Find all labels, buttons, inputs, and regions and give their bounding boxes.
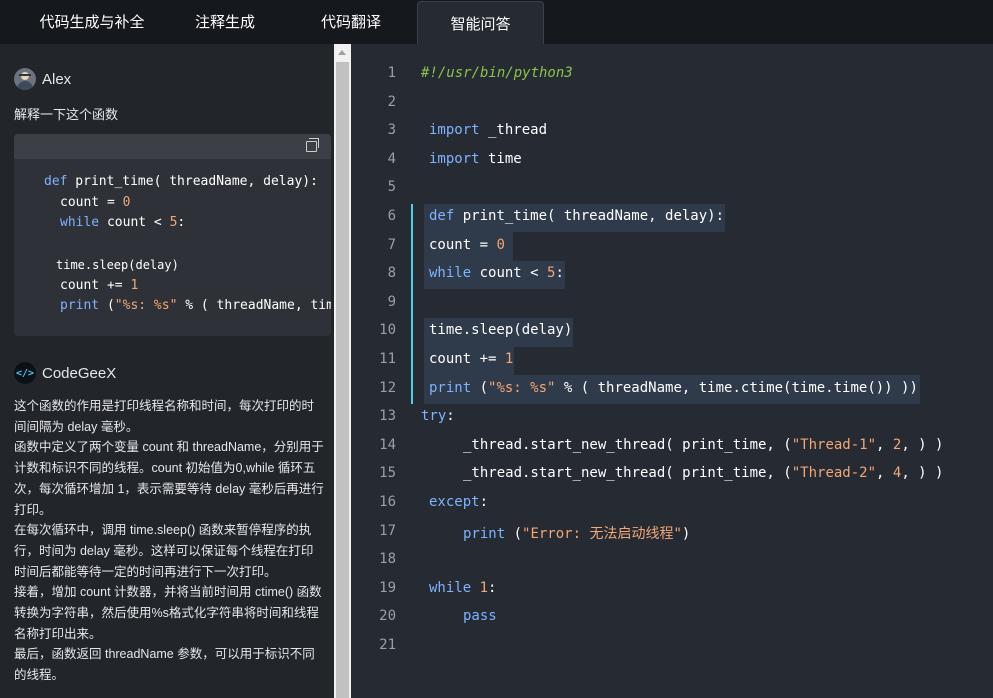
code-line[interactable]: def print_time( threadName, delay):: [429, 208, 724, 224]
chat-scrollbar[interactable]: [334, 44, 351, 698]
selection-gutter-marker: [411, 204, 413, 404]
line-number: 8: [387, 265, 396, 282]
snippet-code-line: count = 0: [60, 195, 131, 210]
line-number: 19: [379, 579, 396, 596]
user-message-header: Alex: [14, 67, 71, 91]
user-name: Alex: [42, 70, 72, 88]
code-line[interactable]: count = 0: [429, 237, 505, 253]
chat-panel: Alex 解释一下这个函数 def print_time( threadName…: [0, 44, 334, 698]
line-number: 5: [387, 179, 396, 196]
line-number: 3: [387, 122, 396, 139]
copy-icon[interactable]: [306, 138, 319, 152]
code-line[interactable]: import time: [429, 151, 522, 167]
code-line[interactable]: print ("%s: %s" % ( threadName, time.cti…: [429, 380, 918, 396]
answer-paragraph: 在每次循环中，调用 time.sleep() 函数来暂停程序的执行，时间为 de…: [14, 523, 314, 579]
line-number: 4: [387, 150, 396, 167]
line-number: 16: [379, 494, 396, 510]
line-number: 2: [387, 93, 396, 110]
snippet-code-line: count += 1: [60, 278, 139, 293]
scrollbar-thumb[interactable]: [336, 62, 349, 698]
answer-paragraph: 函数中定义了两个变量 count 和 threadName，分别用于计数和标识不…: [14, 440, 324, 517]
line-number: 15: [379, 465, 396, 482]
code-editor[interactable]: 1 #!/usr/bin/python3 2 3 import _thread 4 impo…: [351, 44, 993, 698]
tab-comment-generation[interactable]: 注释生成: [170, 0, 280, 44]
line-number: 18: [379, 551, 396, 568]
code-line[interactable]: pass: [463, 608, 497, 624]
tab-bar: 代码生成与补全 注释生成 代码翻译 智能问答: [0, 0, 993, 45]
line-number: 17: [379, 522, 396, 539]
line-number: 20: [379, 608, 396, 625]
code-snippet-block: def print_time( threadName, delay): count…: [14, 134, 331, 336]
assistant-message-header: </> CodeGeeX: [14, 361, 116, 385]
code-line[interactable]: try:: [421, 408, 455, 424]
snippet-code-line: while count < 5:: [60, 215, 186, 230]
scroll-up-arrow-icon[interactable]: [338, 50, 346, 55]
code-line[interactable]: time.sleep(delay): [429, 322, 572, 338]
user-question: 解释一下这个函数: [14, 107, 119, 122]
line-number: 7: [387, 236, 396, 253]
assistant-answer: 这个函数的作用是打印线程名称和时间，每次打印的时间间隔为 delay 毫秒。 函…: [14, 396, 324, 686]
code-snippet-header: [14, 134, 331, 159]
codegeex-logo-icon: </>: [14, 362, 36, 384]
snippet-code-line: print ("%s: %s" % ( threadName, time.cti…: [60, 298, 331, 313]
code-line[interactable]: while count < 5:: [429, 265, 564, 281]
code-line[interactable]: import _thread: [429, 122, 547, 138]
line-number: 11: [379, 351, 396, 367]
line-number: 10: [379, 322, 396, 339]
line-number: 12: [379, 379, 396, 396]
answer-paragraph: 接着，增加 count 计数器，并将当前时间用 ctime() 函数转换为字符串…: [14, 585, 322, 641]
user-avatar: [14, 68, 36, 90]
line-number: 6: [387, 208, 396, 224]
code-line[interactable]: _thread.start_new_thread( print_time, ("…: [463, 465, 943, 481]
tab-code-translation[interactable]: 代码翻译: [296, 0, 406, 44]
answer-paragraph: 最后，函数返回 threadName 参数，可以用于标识不同的线程。: [14, 647, 315, 683]
code-line[interactable]: print ("Error: 无法启动线程"): [463, 523, 690, 543]
line-number: 1: [387, 65, 396, 81]
tab-smart-qa[interactable]: 智能问答: [417, 1, 544, 45]
snippet-code-line: def print_time( threadName, delay):: [44, 174, 318, 189]
answer-paragraph: 这个函数的作用是打印线程名称和时间，每次打印的时间间隔为 delay 毫秒。: [14, 399, 315, 434]
line-number: 21: [379, 637, 396, 653]
code-line[interactable]: except:: [429, 494, 488, 510]
code-line[interactable]: _thread.start_new_thread( print_time, ("…: [463, 437, 943, 453]
code-line[interactable]: #!/usr/bin/python3: [421, 65, 573, 81]
snippet-code-line: time.sleep(delay): [56, 258, 179, 272]
line-number: 9: [387, 293, 396, 310]
line-number: 14: [379, 436, 396, 453]
code-line[interactable]: while 1:: [429, 580, 496, 596]
code-line[interactable]: count += 1: [429, 351, 513, 367]
tab-code-generation[interactable]: 代码生成与补全: [14, 0, 170, 44]
assistant-name: CodeGeeX: [42, 364, 117, 382]
line-number: 13: [379, 408, 396, 425]
